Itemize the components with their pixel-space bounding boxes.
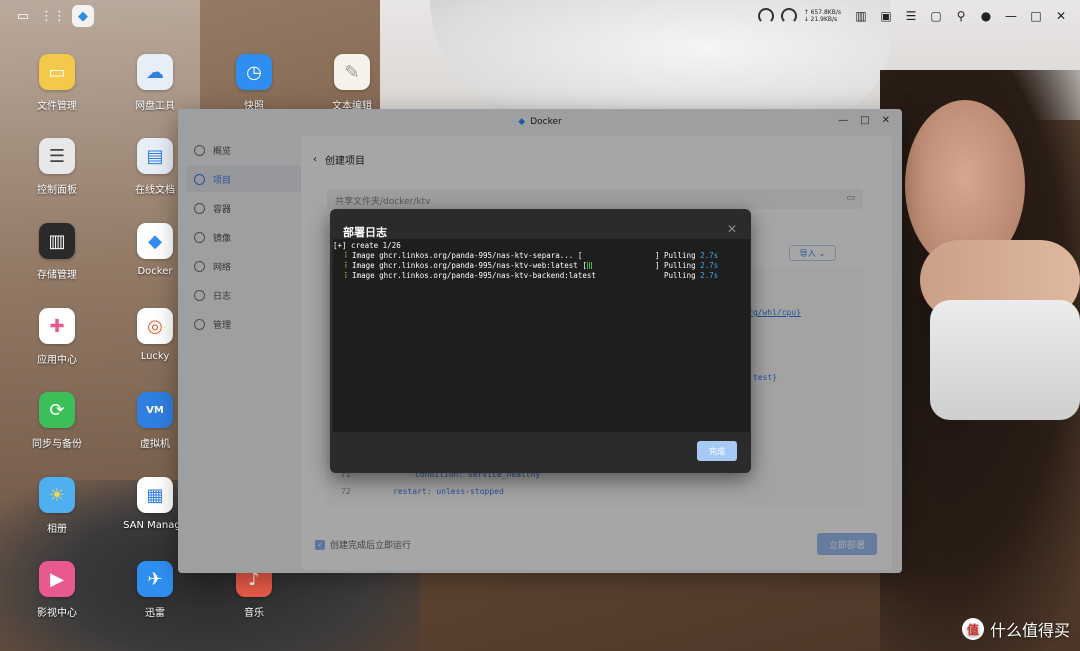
app-label: 文件管理: [37, 101, 77, 112]
minimize-icon[interactable]: —: [1002, 7, 1020, 25]
cpu-gauge-icon[interactable]: [757, 8, 774, 24]
log-time: 2.7s: [700, 261, 719, 270]
log-text: Image ghcr.linkos.org/panda-995/nas-ktv-…: [347, 271, 596, 280]
log-status: Pulling: [664, 271, 696, 280]
log-text: Image ghcr.linkos.org/panda-995/nas-ktv-…: [347, 261, 587, 270]
log-time: 2.7s: [700, 251, 719, 260]
watermark-badge: 值: [961, 618, 984, 640]
log-status: Pulling: [664, 261, 696, 270]
lucky-icon: ◎: [137, 308, 173, 344]
site-watermark: 值 什么值得买: [961, 617, 1070, 641]
log-header-line: [+] create 1/26: [333, 241, 401, 250]
close-icon[interactable]: ✕: [727, 222, 737, 236]
log-line: ⠸ Image ghcr.linkos.org/panda-995/nas-kt…: [333, 251, 750, 261]
photos-icon: ☀: [39, 477, 75, 513]
app-label: 存储管理: [37, 270, 77, 281]
app-sync-backup[interactable]: ⟳ 同步与备份: [12, 392, 102, 450]
app-label: 相册: [47, 524, 67, 535]
log-status: Pulling: [664, 251, 696, 260]
search-icon[interactable]: ⚲: [952, 7, 970, 25]
text-editor-icon: ✎: [334, 54, 370, 90]
app-media-center[interactable]: ▶ 影视中心: [12, 561, 102, 619]
log-text: Image ghcr.linkos.org/panda-995/nas-ktv-…: [347, 251, 583, 260]
progress-bar-icon: [586, 262, 593, 269]
widgets-icon[interactable]: ▥: [852, 7, 870, 25]
thunder-icon: ✈: [137, 561, 173, 597]
network-speed[interactable]: ↑ 657.8KB/s ↓ 21.9KB/s: [804, 9, 841, 23]
app-label: 影视中心: [37, 608, 77, 619]
log-time: 2.7s: [700, 271, 719, 280]
taskbar-docker-icon[interactable]: ◆: [72, 5, 94, 27]
app-text-editor[interactable]: ✎ 文本编辑: [307, 54, 397, 112]
vm-icon: VM: [137, 392, 173, 428]
app-control-panel[interactable]: ☰ 控制面板: [12, 138, 102, 196]
ram-gauge-icon[interactable]: [780, 8, 797, 24]
log-console[interactable]: [+] create 1/26 ⠸ Image ghcr.linkos.org/…: [333, 239, 750, 432]
app-center-icon: ✚: [39, 308, 75, 344]
app-app-center[interactable]: ✚ 应用中心: [12, 308, 102, 366]
modal-title: 部署日志: [343, 226, 387, 239]
app-label: 迅雷: [145, 608, 165, 619]
modal-footer: 完成: [330, 432, 751, 473]
media-center-icon: ▶: [39, 561, 75, 597]
messages-icon[interactable]: ▢: [927, 7, 945, 25]
download-speed: ↓ 21.9KB/s: [803, 16, 838, 23]
deploy-log-modal: 部署日志 ✕ [+] create 1/26 ⠸ Image ghcr.link…: [330, 209, 751, 473]
app-label: 音乐: [244, 608, 264, 619]
log-line: ⠸ Image ghcr.linkos.org/panda-995/nas-kt…: [333, 271, 750, 281]
close-icon[interactable]: ✕: [1052, 7, 1070, 25]
app-label: 应用中心: [37, 355, 77, 366]
app-cloud-drive-tool[interactable]: ☁ 网盘工具: [110, 54, 200, 112]
upload-speed: ↑ 657.8KB/s: [803, 9, 841, 16]
online-docs-icon: ▤: [137, 138, 173, 174]
app-storage-manager[interactable]: ▥ 存储管理: [12, 223, 102, 281]
monitor-icon[interactable]: ▣: [877, 7, 895, 25]
top-bar: ▭ ⋮⋮ ◆ ↑ 657.8KB/s ↓ 21.9KB/s ▥ ▣ ☰ ▢ ⚲ …: [0, 0, 1080, 32]
app-photos[interactable]: ☀ 相册: [12, 477, 102, 535]
app-launcher-grid-icon[interactable]: ⋮⋮: [40, 5, 66, 27]
user-icon[interactable]: ●: [977, 7, 995, 25]
folder-icon: ▭: [39, 54, 75, 90]
snapshot-icon: ◷: [236, 54, 272, 90]
show-desktop-icon[interactable]: ▭: [12, 5, 34, 27]
control-panel-icon: ☰: [39, 138, 75, 174]
app-label: 同步与备份: [32, 439, 82, 450]
app-snapshot[interactable]: ◷ 快照: [209, 54, 299, 112]
log-line: ⠸ Image ghcr.linkos.org/panda-995/nas-kt…: [333, 261, 750, 271]
sync-backup-icon: ⟳: [39, 392, 75, 428]
watermark-text: 什么值得买: [989, 621, 1070, 640]
done-button[interactable]: 完成: [697, 441, 737, 461]
log-bracket: ]: [655, 261, 660, 270]
docker-icon: ◆: [137, 223, 173, 259]
storage-icon: ▥: [39, 223, 75, 259]
maximize-icon[interactable]: □: [1027, 7, 1045, 25]
app-file-manager[interactable]: ▭ 文件管理: [12, 54, 102, 112]
cloud-drive-icon: ☁: [137, 54, 173, 90]
log-bracket: ]: [655, 251, 660, 260]
san-manager-icon: ▦: [137, 477, 173, 513]
app-label: 控制面板: [37, 185, 77, 196]
server-status-icon[interactable]: ☰: [902, 7, 920, 25]
